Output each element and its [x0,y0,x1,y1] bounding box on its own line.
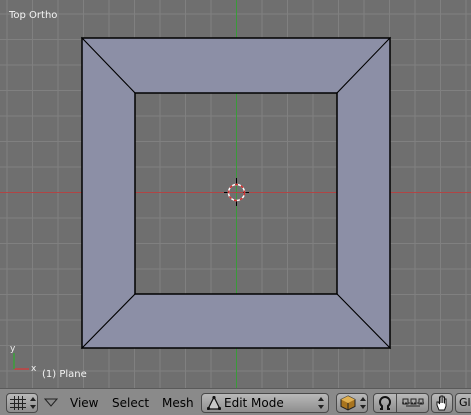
mesh-menu[interactable]: Mesh [162,396,194,410]
collapse-menus-triangle-icon[interactable] [44,398,58,408]
3d-view-header: View Select Mesh Edit Mode Gl [0,388,471,415]
axis-x-label: x [31,364,37,374]
updown-arrows-icon [30,397,36,409]
gl-label: Gl [459,396,471,409]
mode-selector[interactable]: Edit Mode [201,393,329,413]
pivot-manipulator-group[interactable] [373,393,429,413]
solid-draw-mode-icon [340,395,356,411]
view-menu[interactable]: View [70,396,98,410]
axis-y-label: y [10,344,16,354]
mode-label: Edit Mode [224,396,284,410]
draw-type-selector[interactable] [336,393,368,413]
viewport-grid: x y [0,0,471,388]
grid-icon [10,396,26,410]
hand-toggle-button[interactable] [431,393,453,413]
editor-type-button[interactable] [6,393,38,413]
gl-button[interactable]: Gl [455,393,471,413]
mesh-face-left[interactable] [81,36,136,350]
3d-viewport[interactable]: x y Top Ortho (1) Plane [0,0,471,388]
object-label: (1) Plane [42,369,87,380]
edit-mode-triangle-icon [207,396,221,410]
updown-arrows-icon [360,397,366,409]
manipulator-icon[interactable] [400,395,426,411]
pivot-divider [396,394,397,412]
pivot-point-icon[interactable] [377,395,393,411]
mesh-face-top[interactable] [80,37,392,94]
updown-arrows-icon [318,397,324,409]
hand-icon [436,395,447,411]
mesh-face-bottom[interactable] [80,293,392,349]
view-label: Top Ortho [9,10,58,21]
select-menu[interactable]: Select [112,396,149,410]
